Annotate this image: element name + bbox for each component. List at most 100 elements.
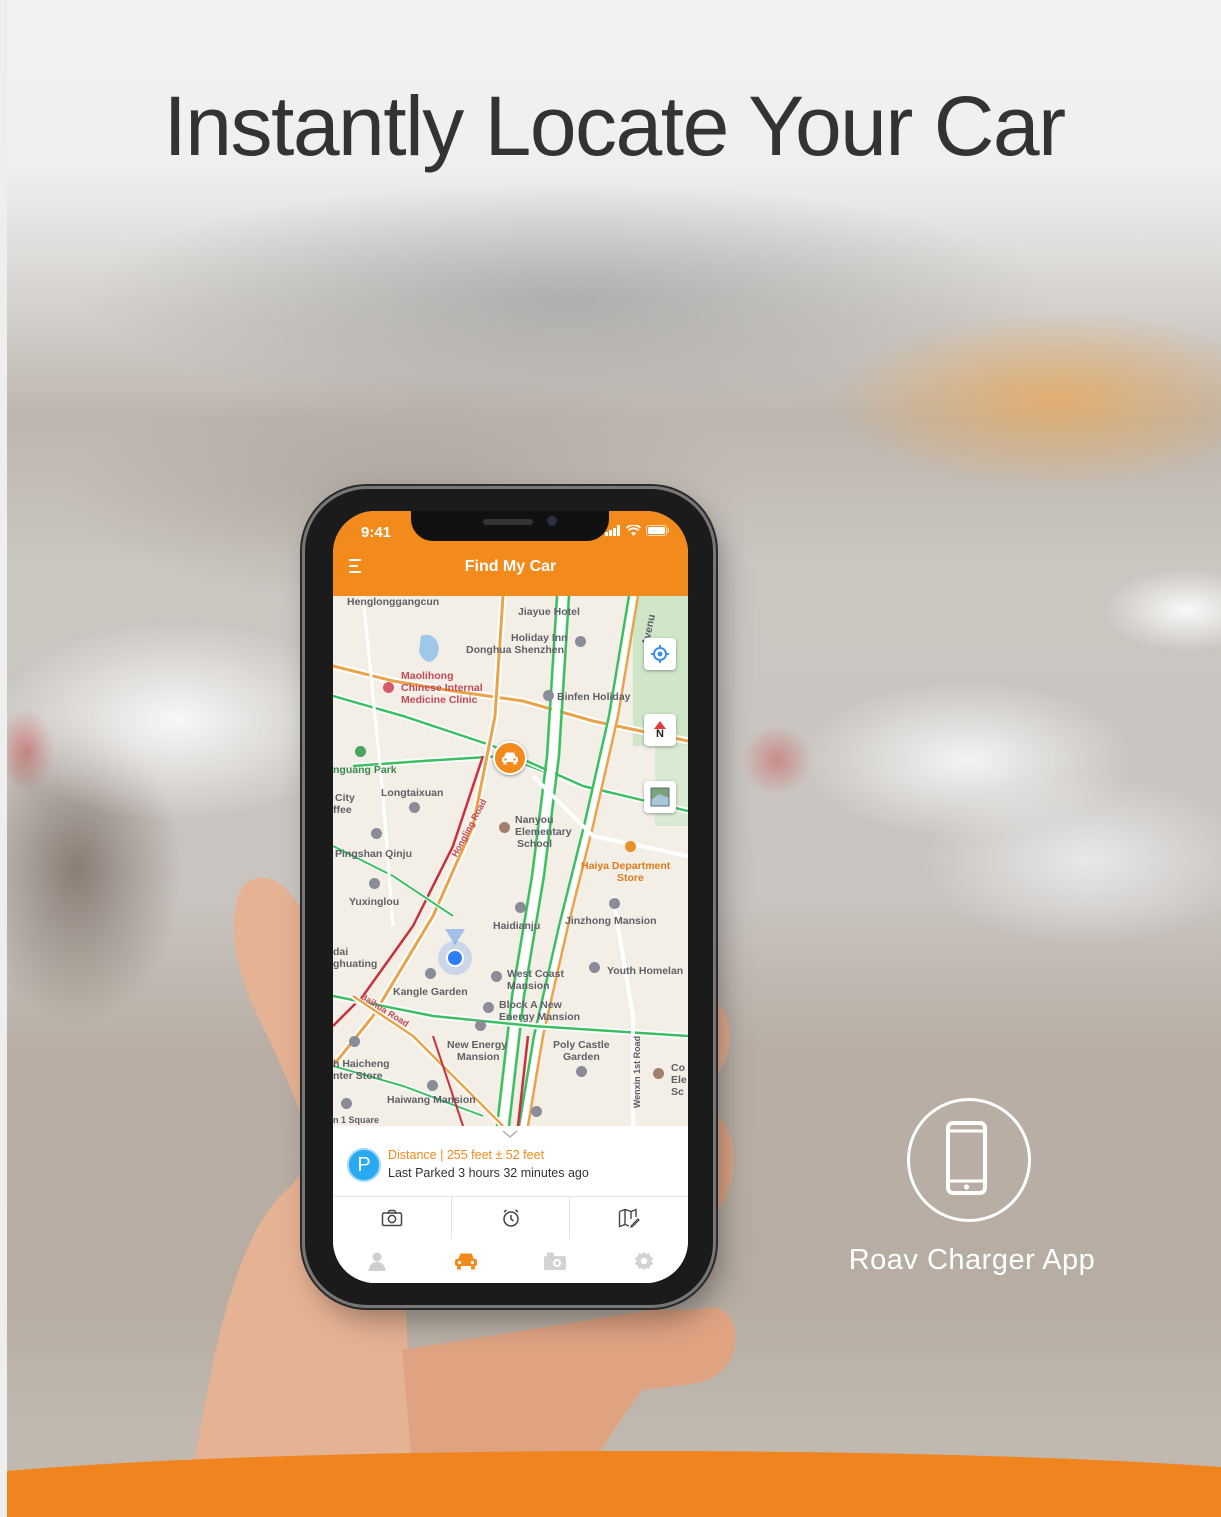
map-label: Mansion — [457, 1051, 500, 1063]
map-poi — [609, 898, 620, 909]
map-poi — [499, 822, 510, 833]
distance-text: Distance | 255 feet ± 52 feet — [388, 1148, 545, 1162]
chevron-down-icon[interactable] — [501, 1129, 519, 1139]
parking-info-panel[interactable]: P Distance | 255 feet ± 52 feet Last Par… — [333, 1126, 688, 1196]
map-poi — [355, 746, 366, 757]
smartphone-icon — [946, 1121, 987, 1195]
last-parked-text: Last Parked 3 hours 32 minutes ago — [388, 1166, 589, 1180]
app-caption: Roav Charger App — [848, 1244, 1096, 1276]
map-edit-icon — [618, 1208, 641, 1228]
map-poi — [427, 1080, 438, 1091]
map-label: Haiya Department — [581, 860, 671, 872]
tab-profile[interactable] — [333, 1239, 422, 1283]
map-poi — [531, 1106, 542, 1117]
satellite-layer-icon — [650, 787, 670, 807]
map-poi — [653, 1068, 664, 1079]
map-poi — [383, 682, 394, 693]
map-label: n 1 Square — [333, 1115, 380, 1125]
app-title: Find My Car — [464, 558, 557, 575]
map-label: New Energy — [447, 1039, 508, 1051]
smartphone: 9:41 Find My Car Henglonggangcun Jiayue … — [305, 489, 713, 1305]
map-poi — [409, 802, 420, 813]
map-label: School — [517, 838, 553, 850]
map-label: Kangle Garden — [393, 986, 468, 998]
map-label: Block A New — [499, 999, 562, 1011]
map-label: Ele — [671, 1074, 687, 1086]
map-label: Henglonggangcun — [347, 596, 440, 608]
parking-badge: P — [347, 1148, 381, 1182]
map-label: Yuxinglou — [349, 896, 400, 908]
headline: Instantly Locate Your Car — [163, 79, 1066, 173]
phone-notch — [411, 511, 609, 541]
dashcam-icon — [543, 1252, 566, 1270]
map-label: Jinzhong Mansion — [565, 915, 657, 927]
map-poi — [625, 841, 636, 852]
status-icons — [605, 525, 670, 536]
alarm-clock-icon — [502, 1209, 519, 1227]
map-label: City — [335, 792, 355, 804]
map-label: ghuating — [333, 958, 378, 970]
map-label: West Coast — [507, 968, 564, 980]
map-label: Donghua Shenzhen — [466, 644, 564, 656]
map-label: Poly Castle — [553, 1039, 610, 1051]
parked-car-marker[interactable] — [493, 741, 527, 775]
compass-label: N — [656, 727, 664, 740]
map-poi — [491, 971, 502, 982]
map-label: Longtaixuan — [381, 787, 444, 799]
tab-dashcam[interactable] — [511, 1239, 600, 1283]
map-label: Mansion — [507, 980, 550, 992]
map-poi — [515, 902, 526, 913]
map-label: Pingshan Qinju — [335, 848, 413, 860]
map-label: ffee — [333, 804, 352, 816]
phone-screen: 9:41 Find My Car Henglonggangcun Jiayue … — [333, 511, 688, 1283]
gear-icon — [634, 1251, 654, 1271]
map-poi — [589, 962, 600, 973]
map-label: dai — [333, 946, 349, 958]
map-poi — [575, 636, 586, 647]
map-label: Binfen Holiday — [557, 691, 631, 703]
map-label: Jiayue Hotel — [518, 606, 580, 618]
map-label: Elementary — [515, 826, 572, 838]
map-poi — [483, 1002, 494, 1013]
map-poi — [543, 690, 554, 701]
tab-settings[interactable] — [599, 1239, 688, 1283]
map-poi — [475, 1020, 486, 1031]
take-photo-button[interactable] — [333, 1197, 452, 1239]
map-layers-button[interactable] — [644, 781, 676, 813]
current-location-dot — [446, 949, 464, 967]
compass-button[interactable]: N — [644, 714, 676, 746]
map-label: Haiwang Mansion — [387, 1094, 476, 1106]
map-label: Co — [671, 1062, 685, 1074]
map-poi — [371, 828, 382, 839]
target-icon — [651, 645, 669, 663]
map-label: h Haicheng — [333, 1058, 390, 1070]
map-label: Haidianju — [493, 920, 541, 932]
map-label: Chinese Internal — [401, 682, 483, 694]
map-label: Maolihong — [401, 670, 454, 682]
map-label: Garden — [563, 1051, 600, 1063]
locate-me-button[interactable] — [644, 638, 676, 670]
parking-timer-button[interactable] — [452, 1197, 571, 1239]
map-label: Store — [617, 872, 644, 884]
map-label: nter Store — [333, 1070, 383, 1082]
ad-canvas: Instantly Locate Your Car 9:41 Find My C… — [7, 0, 1221, 1517]
camera-icon — [381, 1209, 403, 1227]
person-icon — [368, 1252, 386, 1271]
map-poi — [349, 1036, 360, 1047]
wifi-icon — [626, 525, 641, 536]
map-label: Holiday Inn — [511, 632, 568, 644]
car-icon — [502, 752, 518, 765]
map-note-button[interactable] — [570, 1197, 688, 1239]
app-badge-circle — [907, 1098, 1031, 1222]
car-icon — [455, 1253, 478, 1270]
map-label: nguang Park — [333, 764, 397, 776]
map-label: Sc — [671, 1086, 684, 1098]
orange-wave-footer — [7, 1450, 1221, 1517]
map-label: Energy Mansion — [499, 1011, 581, 1023]
tab-find-my-car[interactable] — [422, 1239, 511, 1283]
status-time: 9:41 — [361, 524, 392, 541]
map-label: Wenxin 1st Road — [632, 1035, 643, 1109]
bottom-tab-bar — [333, 1239, 688, 1283]
map-poi — [341, 1098, 352, 1109]
map-view[interactable]: Henglonggangcun Jiayue Hotel Holiday Inn… — [333, 596, 688, 1126]
